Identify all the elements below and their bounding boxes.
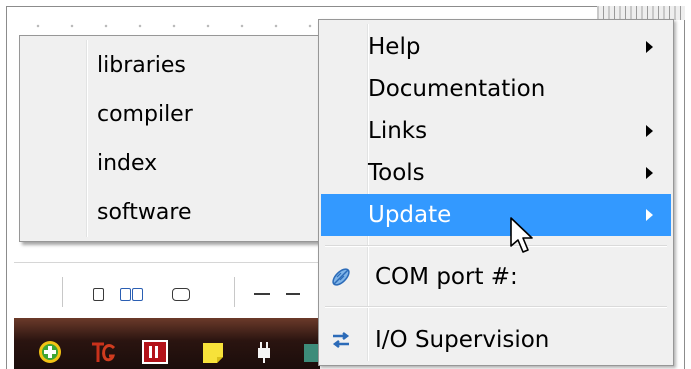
menu-item-links[interactable]: Links (321, 110, 671, 152)
bottom-toolbar (14, 262, 320, 319)
menu-item-label: Tools (368, 160, 425, 186)
menu-separator (325, 245, 667, 247)
tg-app-icon[interactable] (90, 340, 116, 364)
menu-item-documentation[interactable]: Documentation (321, 68, 671, 110)
update-submenu: libraries compiler index software (19, 35, 322, 242)
sticky-note-icon[interactable] (200, 340, 226, 364)
menu-item-label: Help (368, 34, 421, 60)
menu-item-help[interactable]: Help (321, 26, 671, 68)
menu-item-label: Links (368, 118, 428, 144)
menu-item-label: Update (368, 202, 452, 228)
toolbar-separator (62, 277, 63, 307)
submenu-item-libraries[interactable]: libraries (97, 53, 186, 78)
menu-item-label: COM port #: (375, 264, 518, 290)
context-menu: Help Documentation Links Tools Update CO… (318, 19, 674, 366)
canvas-grid-dots (21, 21, 321, 31)
submenu-item-index[interactable]: index (97, 151, 157, 176)
satellite-icon (332, 268, 350, 286)
mouse-cursor-icon (510, 217, 533, 253)
two-page-left-icon[interactable] (120, 288, 131, 301)
submenu-item-software[interactable]: software (97, 200, 191, 225)
submenu-arrow-icon (646, 209, 653, 221)
power-plug-icon[interactable] (252, 340, 276, 364)
menu-item-tools[interactable]: Tools (321, 152, 671, 194)
window-edge-strip (597, 6, 685, 20)
taskbar (14, 318, 320, 369)
menu-separator (325, 306, 667, 308)
menu-gutter (86, 40, 88, 237)
zoom-line-icon[interactable] (254, 293, 270, 295)
two-page-right-icon[interactable] (132, 288, 143, 301)
transfer-arrows-icon (332, 332, 350, 348)
submenu-arrow-icon (646, 41, 653, 53)
menu-item-label: I/O Supervision (375, 327, 550, 353)
toolbar-separator (234, 277, 235, 307)
submenu-arrow-icon (646, 167, 653, 179)
book-view-icon[interactable] (172, 288, 190, 301)
menu-item-com-port[interactable]: COM port #: (321, 256, 671, 298)
menu-item-io-supervision[interactable]: I/O Supervision (321, 319, 671, 361)
submenu-arrow-icon (646, 125, 653, 137)
menu-item-update[interactable]: Update (321, 194, 671, 236)
id-app-icon[interactable] (142, 340, 168, 364)
submenu-item-compiler[interactable]: compiler (97, 102, 193, 127)
menu-item-label: Documentation (368, 76, 546, 102)
single-page-icon[interactable] (93, 288, 104, 301)
green-plus-icon[interactable] (38, 340, 62, 364)
zoom-line-icon[interactable] (286, 293, 300, 295)
